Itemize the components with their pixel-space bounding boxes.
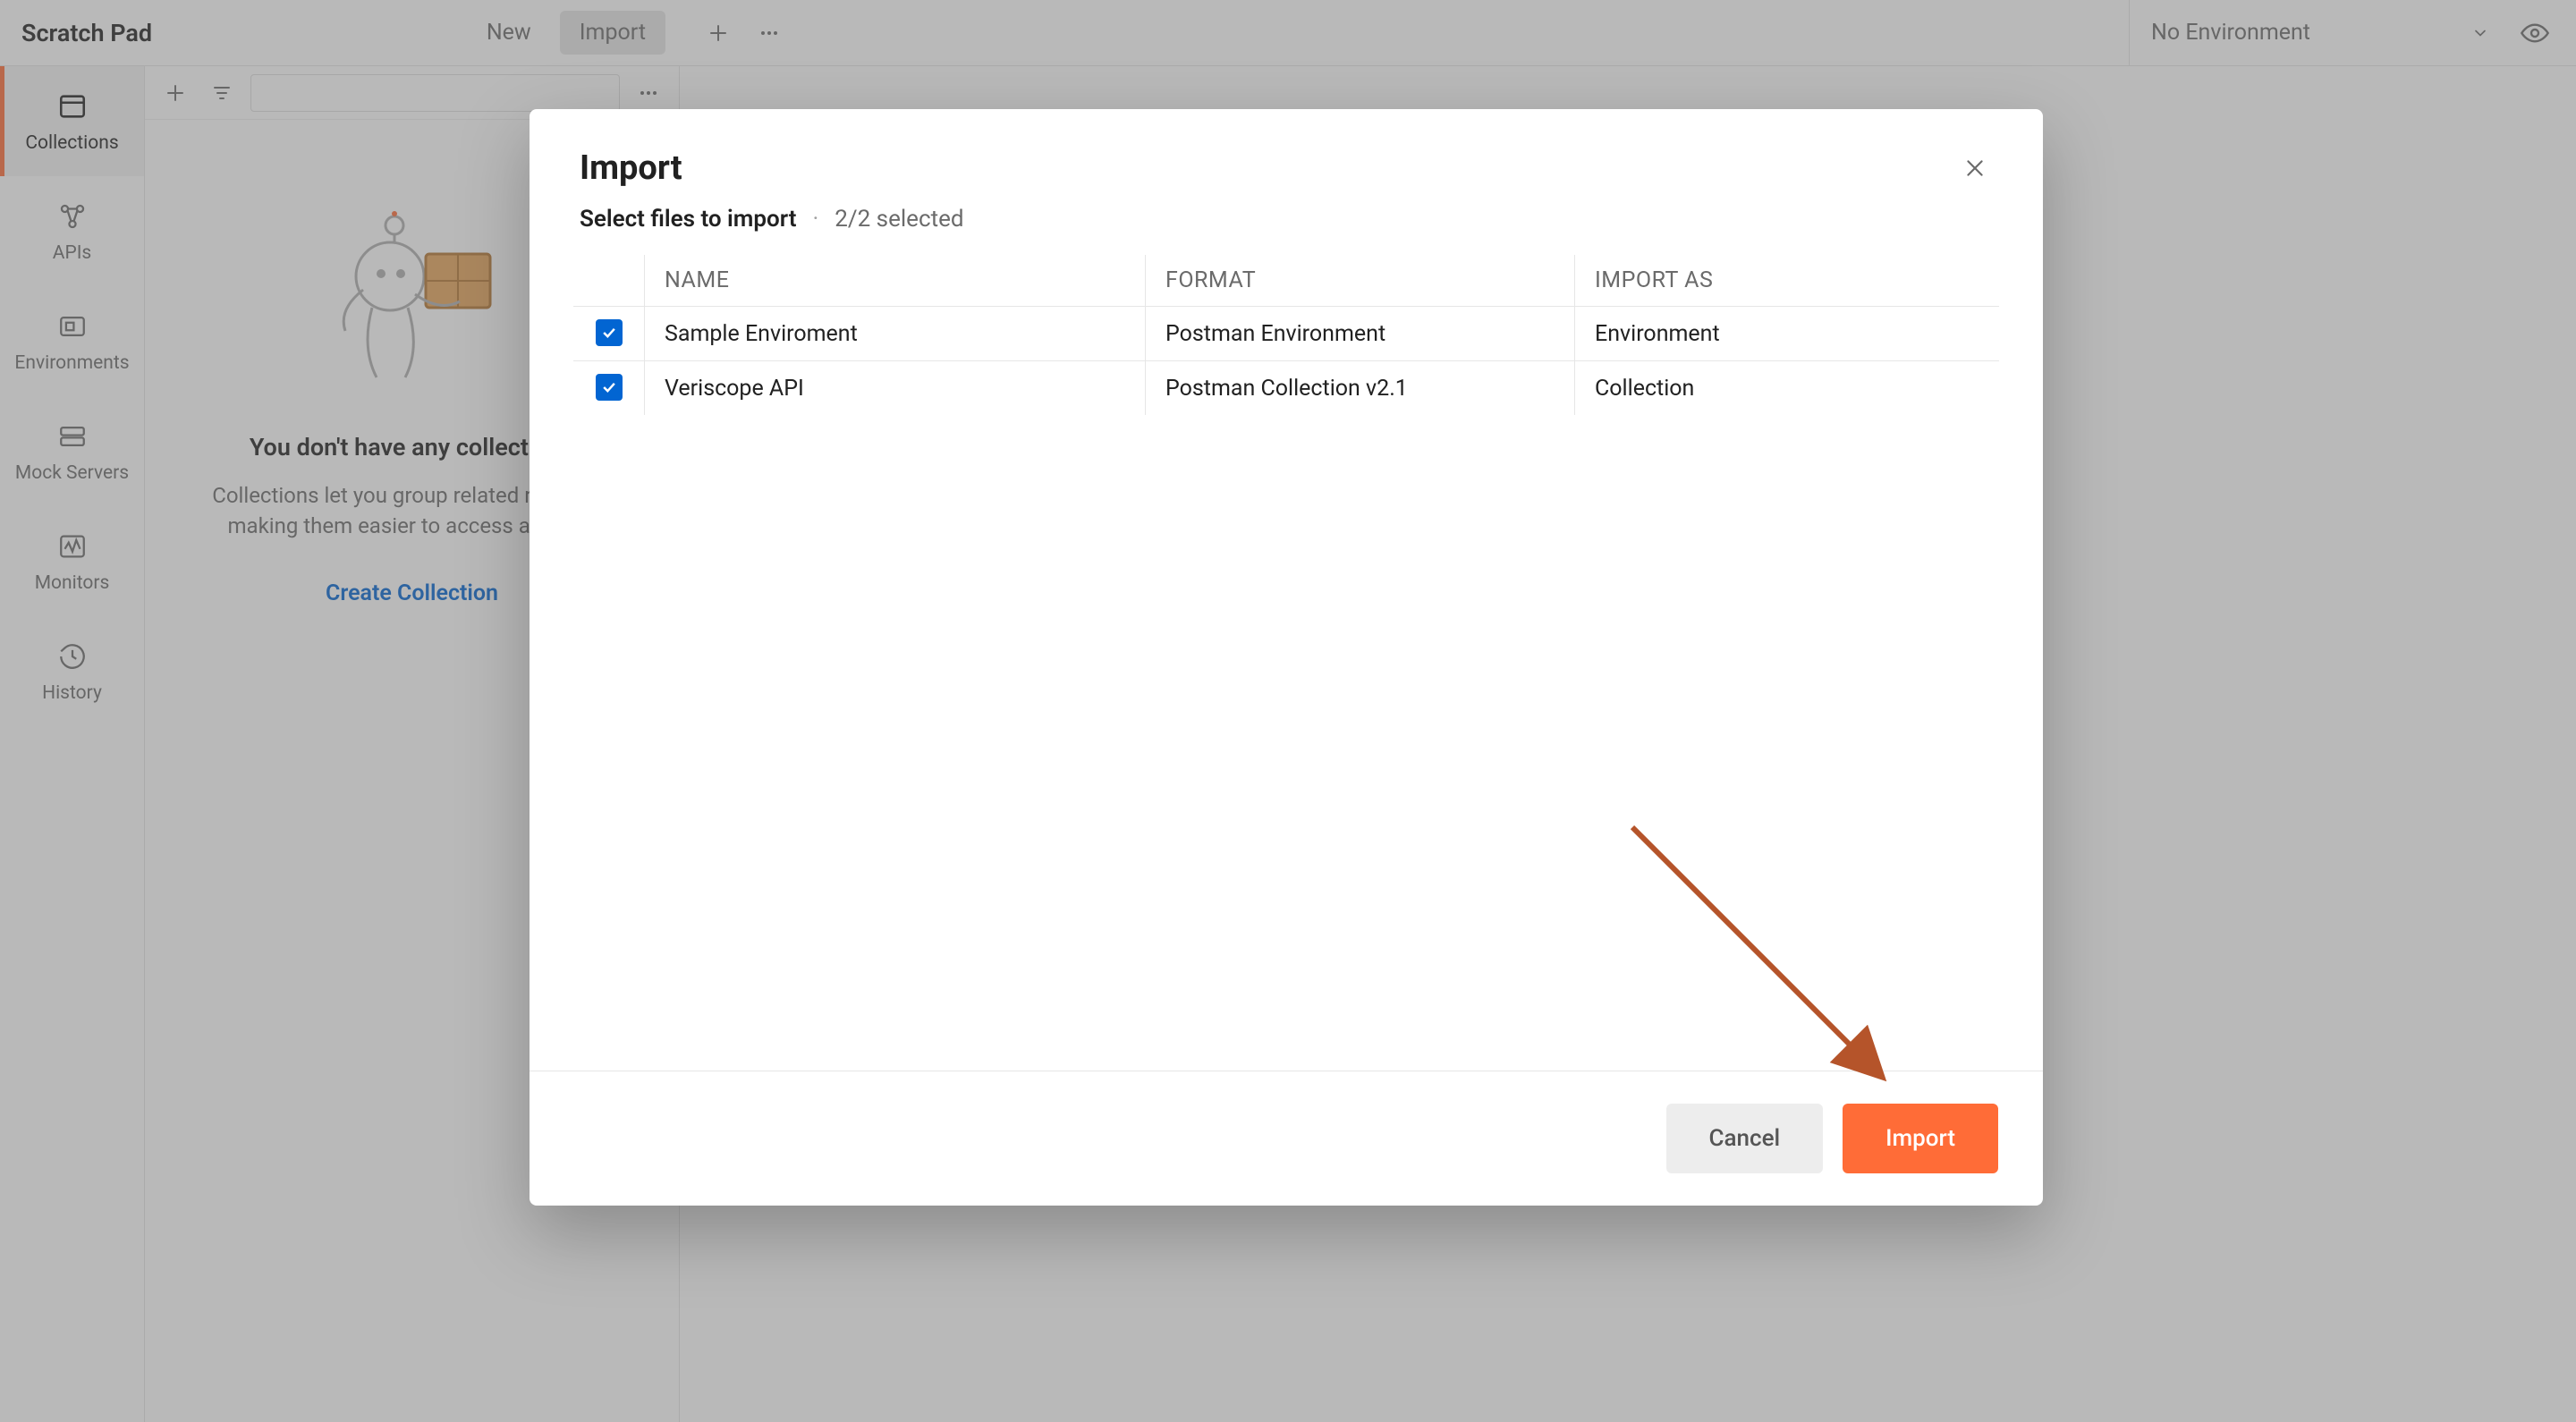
close-icon bbox=[1963, 157, 1987, 180]
table-row: Sample Enviroment Postman Environment En… bbox=[573, 307, 2000, 361]
table-row: Veriscope API Postman Collection v2.1 Co… bbox=[573, 361, 2000, 416]
modal-subtitle-text: Select files to import bbox=[580, 206, 796, 233]
cell-format: Postman Environment bbox=[1146, 307, 1575, 361]
row-checkbox[interactable] bbox=[596, 374, 623, 401]
cell-name: Veriscope API bbox=[645, 361, 1146, 416]
cell-import-as: Collection bbox=[1575, 361, 2000, 416]
selected-count: 2/2 selected bbox=[835, 206, 963, 233]
modal-close-button[interactable] bbox=[1957, 150, 1993, 186]
import-files-table: NAME FORMAT IMPORT AS Sample Enviroment … bbox=[572, 254, 2000, 416]
import-button[interactable]: Import bbox=[1843, 1104, 1998, 1173]
check-icon bbox=[600, 378, 618, 396]
column-header-name: NAME bbox=[645, 255, 1146, 307]
modal-title: Import bbox=[580, 148, 682, 188]
cell-import-as: Environment bbox=[1575, 307, 2000, 361]
column-header-checkbox bbox=[573, 255, 645, 307]
import-modal: Import Select files to import · 2/2 sele… bbox=[530, 109, 2043, 1206]
cell-format: Postman Collection v2.1 bbox=[1146, 361, 1575, 416]
cell-name: Sample Enviroment bbox=[645, 307, 1146, 361]
cancel-button[interactable]: Cancel bbox=[1666, 1104, 1824, 1173]
row-checkbox[interactable] bbox=[596, 319, 623, 346]
modal-subtitle: Select files to import · 2/2 selected bbox=[530, 206, 2043, 254]
column-header-format: FORMAT bbox=[1146, 255, 1575, 307]
separator-dot: · bbox=[812, 206, 818, 233]
column-header-import-as: IMPORT AS bbox=[1575, 255, 2000, 307]
check-icon bbox=[600, 324, 618, 342]
